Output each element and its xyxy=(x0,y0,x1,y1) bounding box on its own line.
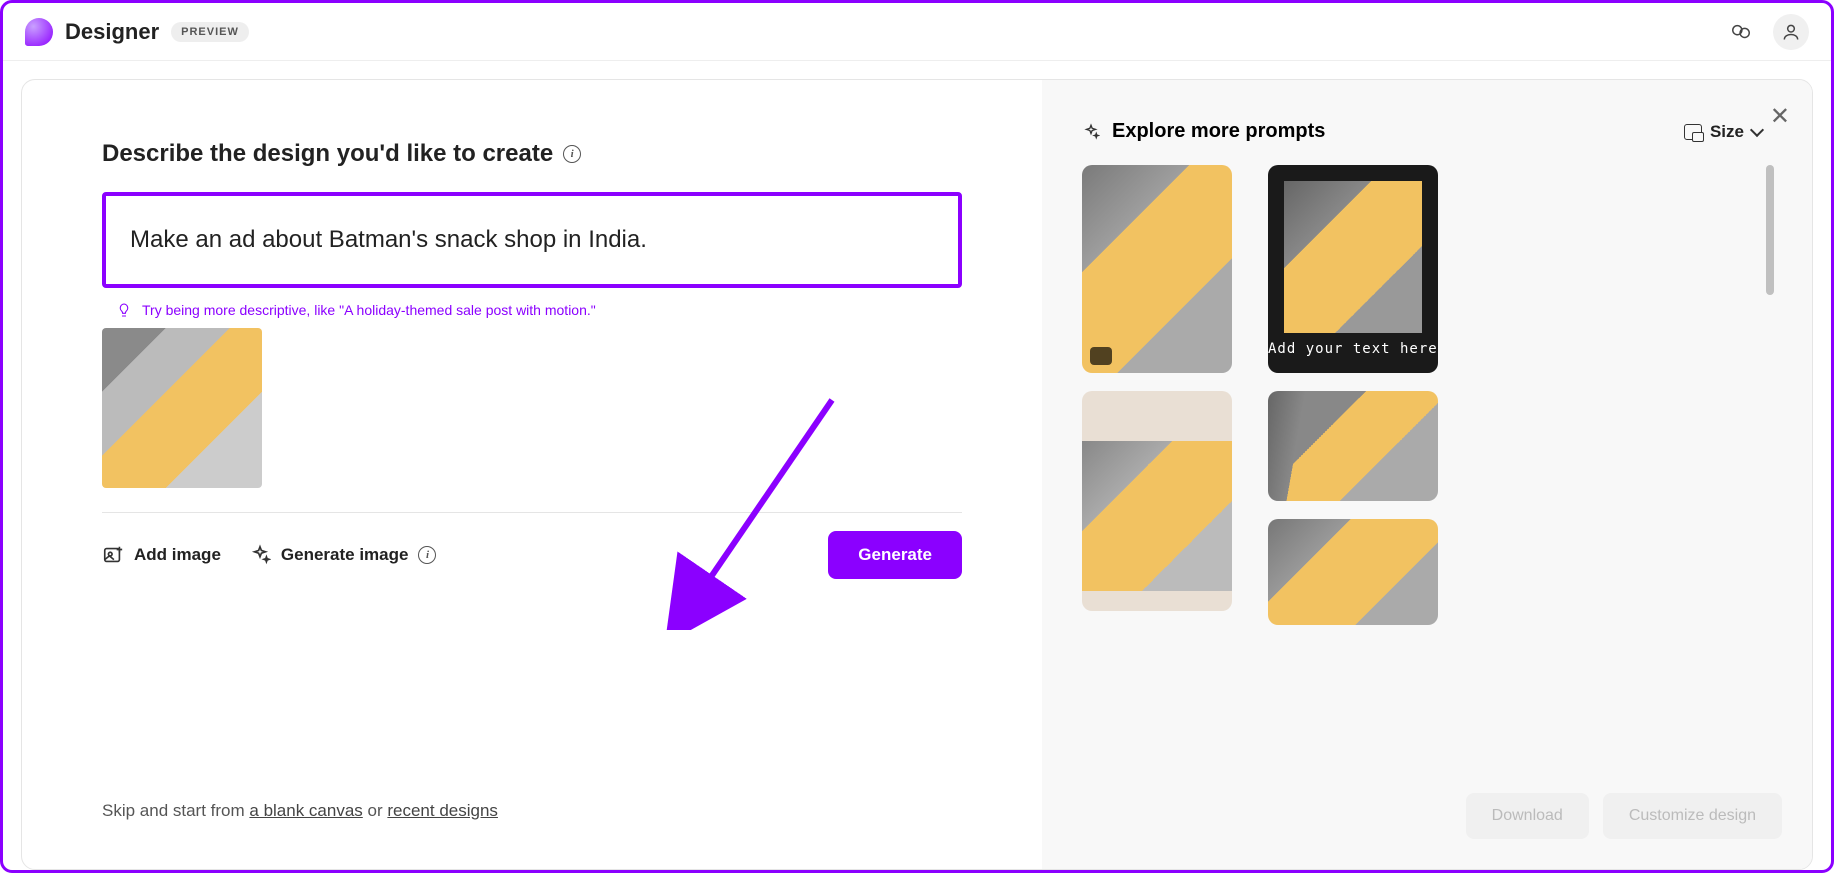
app-body: Describe the design you'd like to create… xyxy=(3,61,1831,870)
skip-mid: or xyxy=(363,801,388,820)
info-icon[interactable]: i xyxy=(563,145,581,163)
prompt-toolbar: Add image Generate image i Generate xyxy=(102,531,962,579)
section-title-text: Describe the design you'd like to create xyxy=(102,140,553,168)
section-title: Describe the design you'd like to create… xyxy=(102,140,962,168)
design-card[interactable] xyxy=(1268,391,1438,501)
recent-designs-link[interactable]: recent designs xyxy=(387,801,498,820)
blank-canvas-link[interactable]: a blank canvas xyxy=(249,801,362,820)
right-panel: ✕ Explore more prompts Size xyxy=(1042,80,1812,869)
skip-line: Skip and start from a blank canvas or re… xyxy=(102,801,498,821)
sparkle-icon xyxy=(1082,123,1100,141)
info-icon[interactable]: i xyxy=(418,546,436,564)
generate-image-label: Generate image xyxy=(281,545,409,565)
size-dropdown[interactable]: Size xyxy=(1684,122,1762,142)
toolbar-left: Add image Generate image i xyxy=(102,544,436,566)
app-logo-icon xyxy=(25,18,53,46)
gallery: Add your text here xyxy=(1082,165,1782,839)
attached-image-thumbnail[interactable] xyxy=(102,328,262,488)
hint-row: Try being more descriptive, like "A holi… xyxy=(102,302,962,318)
divider xyxy=(102,512,962,513)
explore-prompts-title: Explore more prompts xyxy=(1082,120,1325,143)
chevron-down-icon xyxy=(1750,122,1764,136)
customize-design-button[interactable]: Customize design xyxy=(1603,793,1782,839)
add-image-button[interactable]: Add image xyxy=(102,544,221,566)
right-panel-header: Explore more prompts Size xyxy=(1082,120,1782,143)
card-placeholder-text: Add your text here xyxy=(1268,341,1438,373)
scrollbar[interactable] xyxy=(1766,165,1774,295)
design-card[interactable] xyxy=(1082,391,1232,611)
annotation-arrow-icon xyxy=(662,380,862,630)
size-label: Size xyxy=(1710,122,1744,142)
prompt-text: Make an ad about Batman's snack shop in … xyxy=(130,226,934,254)
lightbulb-icon xyxy=(116,302,132,318)
design-card[interactable] xyxy=(1268,519,1438,625)
account-icon[interactable] xyxy=(1773,14,1809,50)
main-card: Describe the design you'd like to create… xyxy=(21,79,1813,870)
prompt-input[interactable]: Make an ad about Batman's snack shop in … xyxy=(102,192,962,288)
feedback-icon[interactable] xyxy=(1723,14,1759,50)
generate-button[interactable]: Generate xyxy=(828,531,962,579)
design-card[interactable] xyxy=(1082,165,1232,373)
top-bar-left: Designer PREVIEW xyxy=(25,18,249,46)
app-name: Designer xyxy=(65,19,159,45)
explore-label: Explore more prompts xyxy=(1112,120,1325,143)
skip-pre: Skip and start from xyxy=(102,801,249,820)
sparkle-icon xyxy=(249,544,271,566)
right-panel-footer: Download Customize design xyxy=(1466,793,1782,839)
download-button[interactable]: Download xyxy=(1466,793,1589,839)
add-image-label: Add image xyxy=(134,545,221,565)
generate-image-button[interactable]: Generate image i xyxy=(249,544,437,566)
left-panel: Describe the design you'd like to create… xyxy=(22,80,1042,869)
preview-badge: PREVIEW xyxy=(171,22,249,42)
top-bar: Designer PREVIEW xyxy=(3,3,1831,61)
top-bar-right xyxy=(1723,14,1809,50)
hint-text: Try being more descriptive, like "A holi… xyxy=(142,302,596,318)
design-card[interactable]: Add your text here xyxy=(1268,165,1438,373)
close-icon[interactable]: ✕ xyxy=(1770,102,1790,131)
size-icon xyxy=(1684,124,1702,140)
image-plus-icon xyxy=(102,544,124,566)
